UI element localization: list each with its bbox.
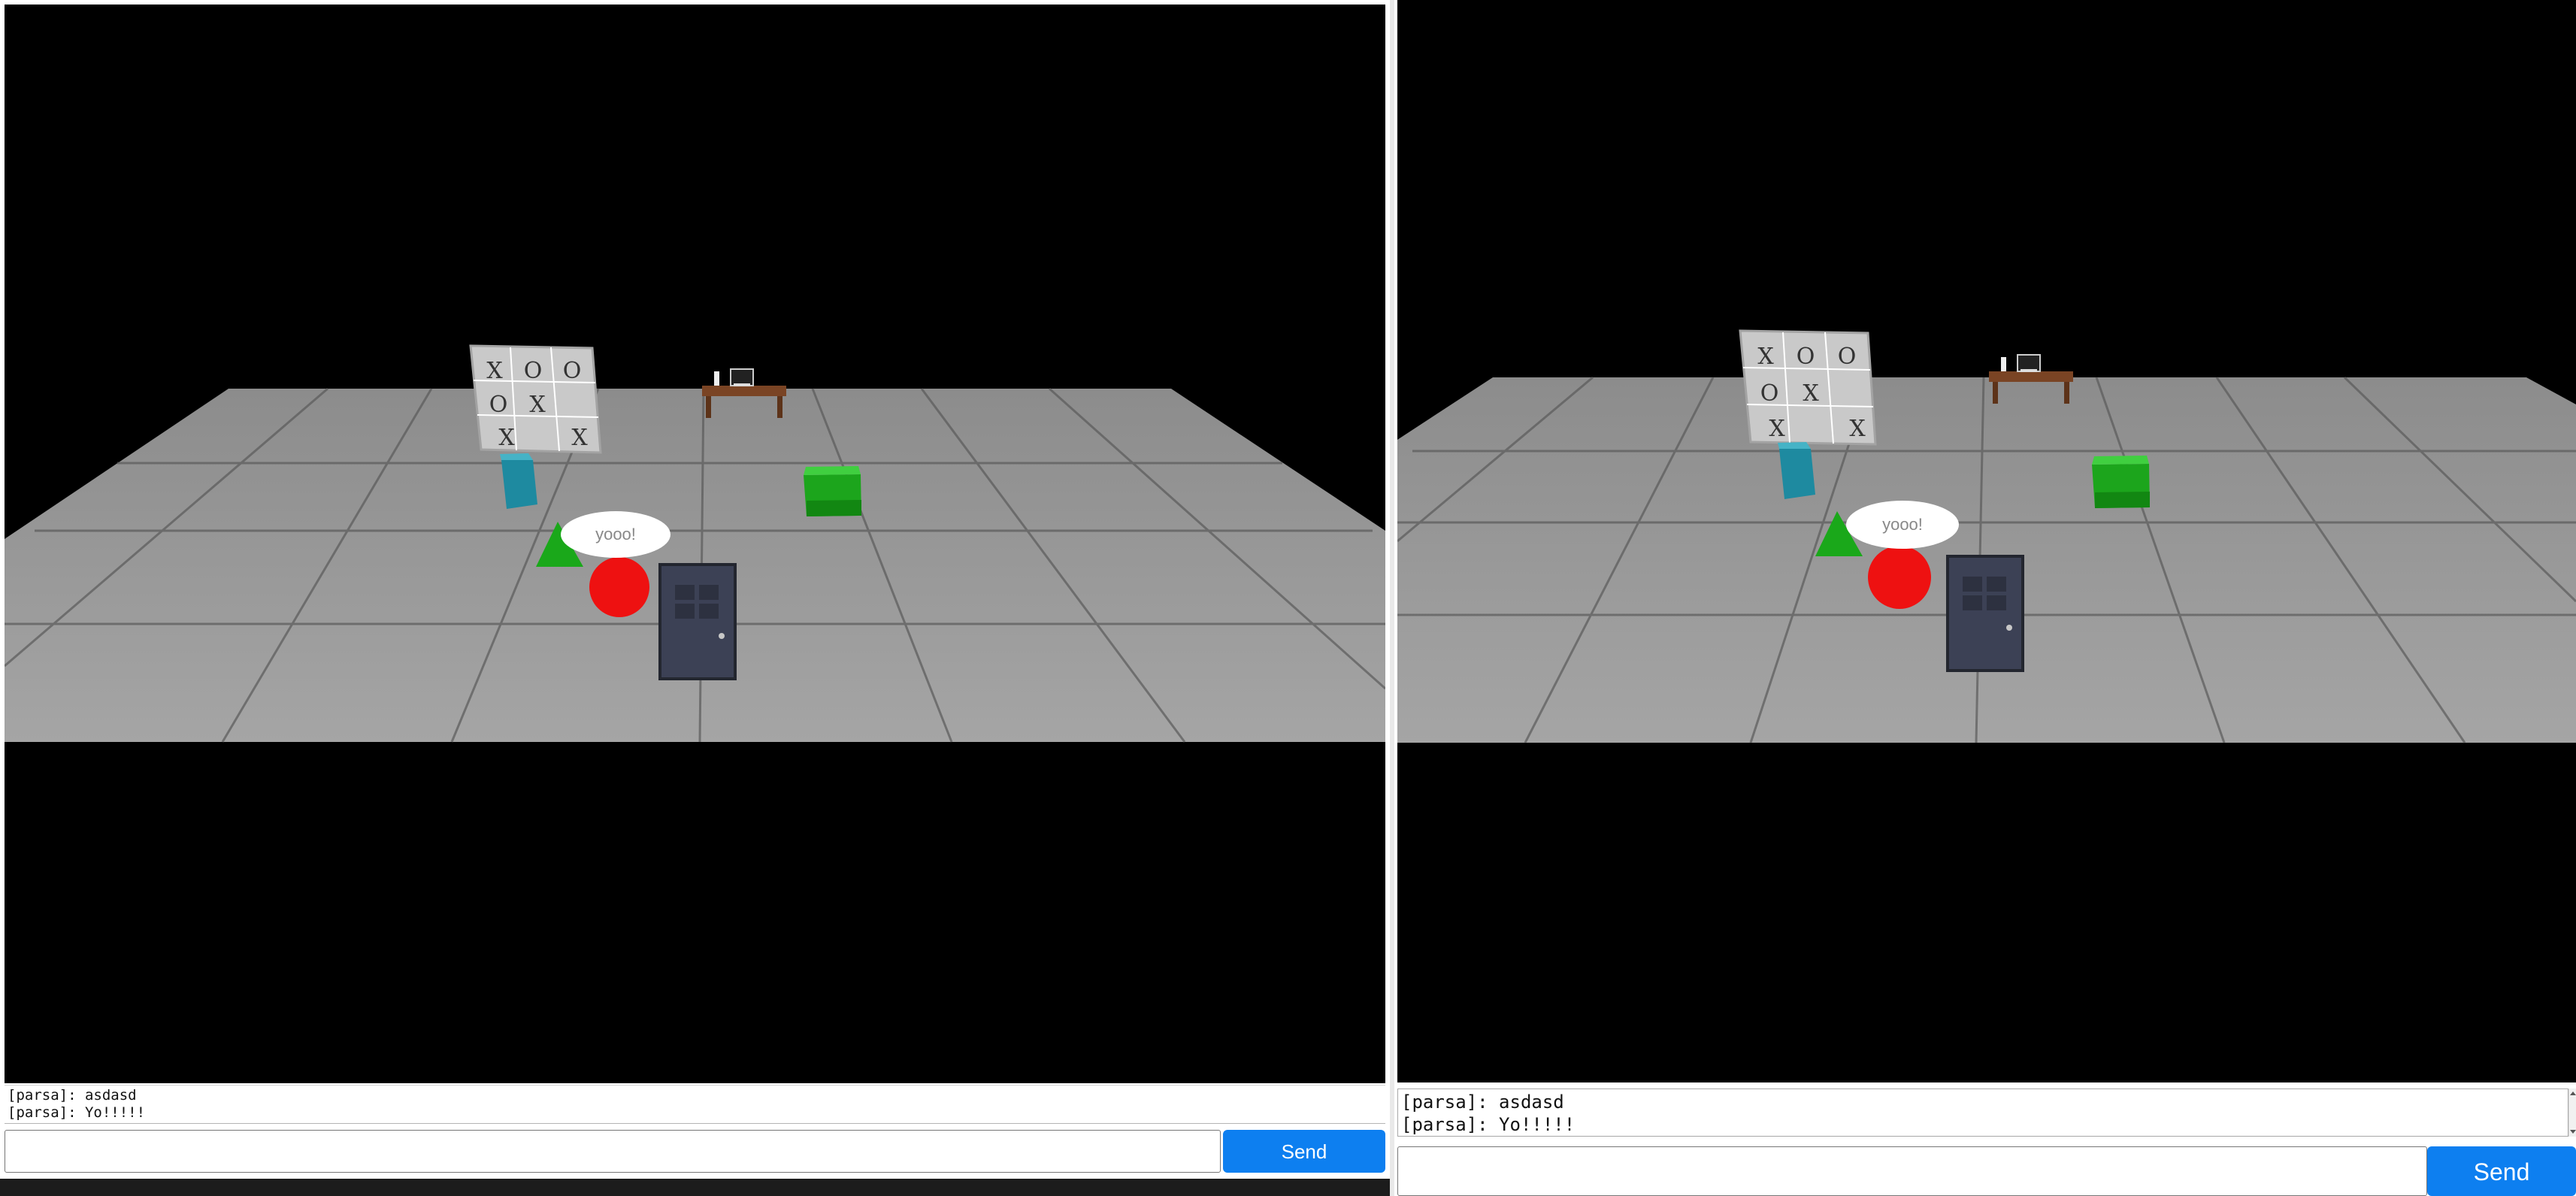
green-box[interactable]: [804, 466, 861, 516]
board-cell-7: X: [1769, 416, 1785, 442]
speech-bubble: yooo!: [561, 511, 670, 558]
chat-message: [parsa]: asdasd: [1401, 1092, 1564, 1113]
status-strip: [0, 1179, 1390, 1196]
board-cell-5: X: [1803, 380, 1819, 407]
send-button[interactable]: Send: [1223, 1130, 1385, 1173]
game-scene: X O O O X X X yooo!: [1397, 0, 2576, 1082]
chat-log[interactable]: [parsa]: asdasd [parsa]: Yo!!!!!: [5, 1085, 1385, 1124]
chat-message: [parsa]: Yo!!!!!: [1401, 1114, 1576, 1135]
board-cell-9: X: [571, 425, 588, 451]
speech-bubble-text: yooo!: [1882, 515, 1923, 534]
board-cell-1: X: [1757, 344, 1774, 370]
speech-bubble: yooo!: [1846, 501, 1959, 549]
send-button[interactable]: Send: [2427, 1146, 2576, 1196]
green-box[interactable]: [2092, 456, 2150, 508]
board-cell-4: O: [1760, 380, 1779, 407]
chat-message: [parsa]: Yo!!!!!: [8, 1104, 146, 1121]
board-cell-7: X: [498, 425, 515, 451]
game-viewport[interactable]: X O O O X X X yooo!: [5, 5, 1385, 1083]
red-player-ball[interactable]: [1868, 546, 1931, 609]
client-window-right: X O O O X X X yooo! [parsa]: asdasd [par…: [1394, 0, 2576, 1196]
speech-bubble-text: yooo!: [595, 525, 636, 543]
chevron-up-icon[interactable]: [2570, 1092, 2576, 1095]
door[interactable]: [1946, 555, 2024, 672]
board-cell-2: O: [524, 358, 543, 384]
red-player-ball[interactable]: [589, 557, 649, 617]
chat-log-scrollbar[interactable]: [2568, 1089, 2576, 1137]
game-viewport[interactable]: X O O O X X X yooo!: [1397, 0, 2576, 1082]
game-scene: X O O O X X X yooo!: [5, 5, 1385, 1083]
tic-tac-toe-board[interactable]: X O O O X X X: [1739, 329, 1877, 446]
chevron-down-icon[interactable]: [2570, 1130, 2576, 1134]
board-cell-3: O: [1838, 344, 1857, 370]
board-cell-1: X: [486, 358, 503, 384]
board-cell-4: O: [489, 392, 508, 418]
board-cell-3: O: [563, 358, 582, 384]
chat-message: [parsa]: asdasd: [8, 1087, 137, 1104]
board-cell-9: X: [1849, 416, 1866, 442]
tic-tac-toe-board[interactable]: X O O O X X X: [469, 344, 602, 454]
board-cell-2: O: [1797, 344, 1815, 370]
chat-log[interactable]: [parsa]: asdasd [parsa]: Yo!!!!!: [1397, 1089, 2568, 1137]
client-window-left: X O O O X X X yooo! [parsa]: asdasd [par…: [0, 0, 1390, 1196]
board-cell-5: X: [529, 392, 546, 418]
door[interactable]: [658, 563, 737, 680]
chat-input[interactable]: [1397, 1146, 2427, 1196]
chat-input[interactable]: [5, 1130, 1221, 1173]
